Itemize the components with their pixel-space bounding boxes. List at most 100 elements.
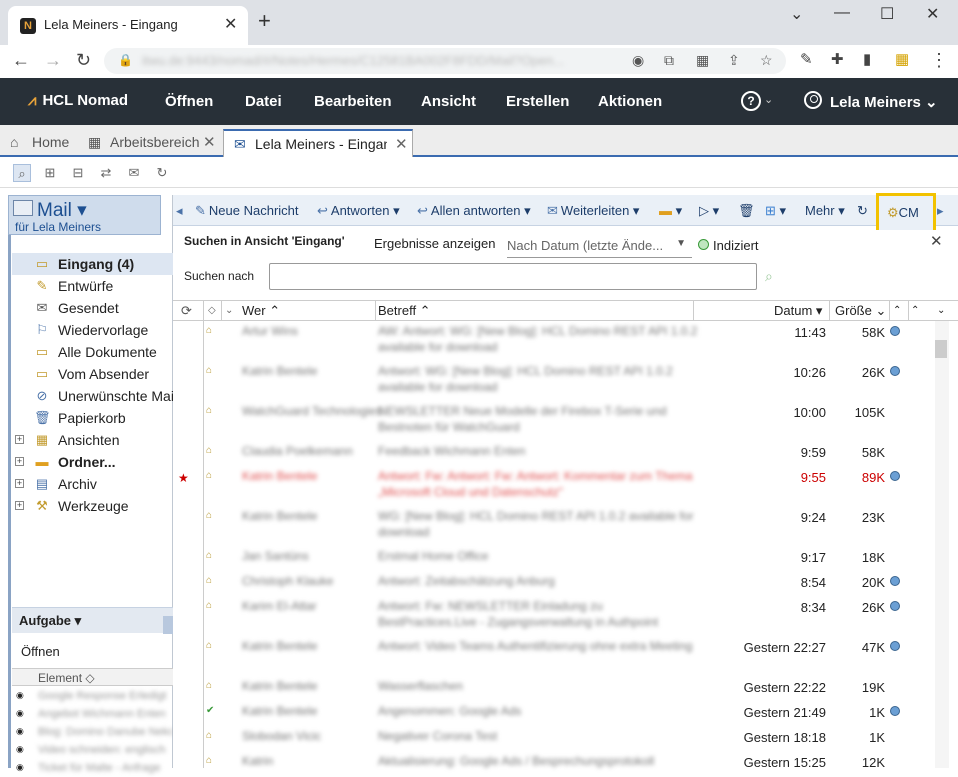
share-icon[interactable]: ⇪ [728, 52, 740, 69]
task-column-header[interactable]: Element ◇ [12, 668, 173, 686]
maximize-icon[interactable]: ☐ [880, 4, 894, 24]
expand-all-icon[interactable]: ⊞ [41, 164, 59, 182]
task-panel-header[interactable]: Aufgabe ▾ [12, 607, 173, 634]
tab-home[interactable]: ⌂ Home [10, 129, 74, 157]
extensions-icon[interactable]: ✚ [831, 50, 844, 68]
more-button[interactable]: Mehr ▾ [805, 203, 845, 219]
follow-up-button[interactable]: ▷ ▾ [699, 203, 719, 219]
chevron-down-icon[interactable]: ⌄ [937, 305, 945, 316]
forward-icon[interactable]: → [44, 50, 62, 71]
menu-datei[interactable]: Datei [245, 93, 282, 110]
mail-row[interactable]: ⌂ Karim El-Attar Antwort: Fw: NEWSLETTER E… [204, 596, 935, 636]
chevron-down-icon[interactable]: ⌄ [225, 305, 233, 316]
menu-bearbeiten[interactable]: Bearbeiten [314, 93, 392, 110]
scrollbar-thumb[interactable] [935, 340, 947, 358]
mail-row[interactable]: ⌂ Katrin Bentele Antwort: Video Teams Auth… [204, 636, 935, 676]
task-row[interactable]: ◉ Video schneiden: englisch [12, 742, 173, 759]
bookmark-star-icon[interactable]: ☆ [760, 52, 773, 69]
user-icon[interactable] [804, 91, 822, 109]
cm-button[interactable]: ⚙CM [876, 193, 936, 234]
reload-icon[interactable]: ↻ [76, 50, 91, 71]
extension-icon[interactable]: ▦ [895, 50, 909, 68]
minimize-icon[interactable]: — [834, 4, 850, 22]
menu-ansicht[interactable]: Ansicht [421, 93, 476, 110]
forward-button[interactable]: ✉ Weiterleiten ▾ [547, 203, 639, 219]
nav-item-werkzeuge[interactable]: + ⚒ Werkzeuge [12, 495, 173, 517]
collapse-all-icon[interactable]: ⊟ [69, 164, 87, 182]
nav-item-papierkorb[interactable]: 🗑 Papierkorb [12, 407, 173, 429]
nav-item-entwuerfe[interactable]: ✎ Entwürfe [12, 275, 173, 297]
nav-item-unerwuenschte-mail[interactable]: ⊘ Unerwünschte Mail [12, 385, 173, 407]
chevron-down-icon[interactable]: ⌄ [790, 4, 803, 24]
nav-item-gesendet[interactable]: ✉ Gesendet [12, 297, 173, 319]
task-row[interactable]: ◉ Angebot Wichmann Enten [12, 706, 173, 723]
close-tab-icon[interactable]: ✕ [203, 133, 216, 151]
scroll-left-icon[interactable]: ◂ [176, 203, 183, 219]
task-row[interactable]: ◉ Ticket für Malte - Anfrage [12, 760, 173, 777]
expand-icon[interactable]: + [15, 435, 24, 444]
expand-icon[interactable]: + [15, 457, 24, 466]
nav-item-alle-dokumente[interactable]: ▭ Alle Dokumente [12, 341, 173, 363]
add-button[interactable]: ⊞ ▾ [765, 203, 786, 219]
mail-row[interactable]: ⌂ Katrin Bentele Antwort: Fw: Antwort: Fw:… [204, 466, 935, 506]
nav-item-wiedervorlage[interactable]: ⚐ Wiedervorlage [12, 319, 173, 341]
scroll-right-icon[interactable]: ▸ [937, 203, 944, 219]
column-subject[interactable]: Betreff ⌃ [378, 303, 431, 319]
vertical-scrollbar[interactable] [935, 321, 949, 768]
nav-item-ordner[interactable]: + ▬ Ordner... [12, 451, 173, 473]
column-who[interactable]: Wer ⌃ [242, 303, 280, 319]
task-panel-scroll[interactable] [163, 616, 173, 634]
reply-button[interactable]: ↩ Antworten ▾ [317, 203, 400, 219]
sidepanel-icon[interactable]: ▮ [863, 50, 871, 68]
mail-row[interactable]: ⌂ WatchGuard Technologies NEWSLETTER Neue … [204, 401, 935, 441]
sort-select[interactable]: Nach Datum (letzte Ände... ▼ [507, 234, 692, 258]
mail-row[interactable]: ⌂ Katrin Bentele Wasserflaschen Gestern 22:… [204, 676, 935, 701]
column-date[interactable]: Datum ▾ [774, 303, 822, 319]
task-open-button[interactable]: Öffnen [21, 644, 60, 659]
mail-header[interactable]: Mail ▾ für Lela Meiners [8, 195, 161, 235]
mail-row[interactable]: ⌂ Katrin Aktualisierung: Google Ads / Besp… [204, 751, 935, 776]
expand-icon[interactable]: + [15, 501, 24, 510]
browser-tab[interactable]: N Lela Meiners - Eingang ✕ [8, 6, 248, 45]
browser-menu-icon[interactable]: ⋮ [930, 50, 948, 71]
new-message-button[interactable]: ✎ Neue Nachricht [195, 203, 299, 219]
chevron-up-icon[interactable]: ⌃ [911, 305, 919, 316]
search-input[interactable] [269, 263, 757, 290]
nav-item-eingang[interactable]: ▭ Eingang (4) [12, 253, 173, 275]
chevron-up-icon[interactable]: ⌃ [893, 305, 901, 316]
sync-icon[interactable]: ↻ [857, 203, 868, 219]
tab-eingang[interactable]: ✉ Lela Meiners - Eingang ✕ [223, 129, 413, 157]
translate-icon[interactable]: ▦ [696, 52, 709, 69]
new-tab-icon[interactable]: + [258, 10, 271, 32]
mail-row[interactable]: ⌂ Katrin Bentele Antwort: WG: [New Blog]: … [204, 361, 935, 401]
tab-arbeitsbereich[interactable]: ▦ Arbeitsbereich ✕ [88, 129, 218, 157]
help-icon[interactable]: ? [741, 91, 761, 111]
mail-row[interactable]: ⌂ Claudia Poelkemann Feedback Wichmann Ent… [204, 441, 935, 466]
menu-erstellen[interactable]: Erstellen [506, 93, 569, 110]
mail-row[interactable]: ✔ Katrin Bentele Angenommen: Google Ads Ges… [204, 701, 935, 726]
refresh-view-icon[interactable]: ⟳ [181, 303, 192, 319]
close-search-icon[interactable]: ✕ [930, 232, 943, 250]
search-icon[interactable]: ⌕ [13, 164, 31, 182]
task-row[interactable]: ◉ Blog: Domino Danube Neko [12, 724, 173, 741]
eye-icon[interactable]: ◉ [632, 52, 644, 69]
folder-button[interactable]: ▬ ▾ [659, 203, 682, 219]
url-field[interactable]: 🔒 itwu.de:9443/nomad/#/Notes/Hermes/C125… [104, 48, 786, 74]
task-row[interactable]: ◉ Google Response Erledigt [12, 688, 173, 705]
help-chevron-icon[interactable]: ⌄ [764, 93, 773, 106]
sort-toggle-icon[interactable]: ◇ [208, 305, 216, 316]
search-icon[interactable]: ⌕ [765, 268, 773, 285]
back-icon[interactable]: ← [12, 50, 30, 71]
mail-row[interactable]: ⌂ Slobodan Vicic Negativer Corona Test Gest… [204, 726, 935, 751]
nav-item-ansichten[interactable]: + ▦ Ansichten [12, 429, 173, 451]
mail-row[interactable]: ⌂ Katrin Bentele WG: [New Blog]: HCL Domin… [204, 506, 935, 546]
menu-aktionen[interactable]: Aktionen [598, 93, 662, 110]
preview-icon[interactable]: ⇄ [97, 164, 115, 182]
close-window-icon[interactable]: ✕ [926, 4, 939, 24]
nav-item-vom-absender[interactable]: ▭ Vom Absender [12, 363, 173, 385]
mail-row[interactable]: ⌂ Jan Santüns Erstmal Home Office 9:17 18K [204, 546, 935, 571]
user-menu[interactable]: Lela Meiners ⌄ [830, 93, 938, 111]
expand-icon[interactable]: + [15, 479, 24, 488]
column-size[interactable]: Größe ⌄ [835, 303, 886, 319]
close-tab-icon[interactable]: ✕ [395, 135, 408, 153]
